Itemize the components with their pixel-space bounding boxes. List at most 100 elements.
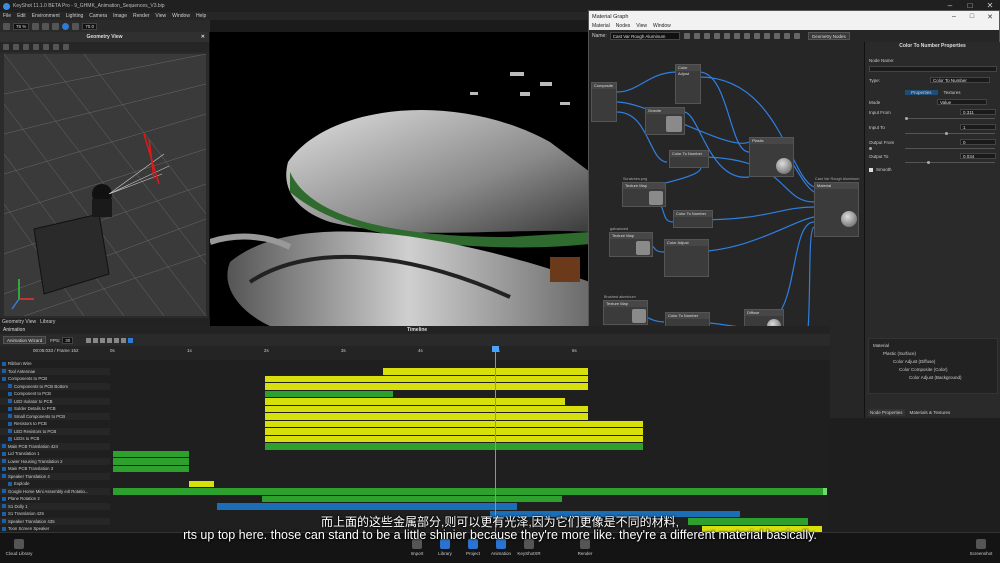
- track-checkbox[interactable]: [2, 459, 6, 464]
- track-checkbox[interactable]: [8, 399, 12, 404]
- pause-icon[interactable]: [42, 22, 50, 30]
- node-color-to-number-1[interactable]: Color To Number: [669, 150, 709, 168]
- close-icon[interactable]: ✕: [201, 34, 205, 40]
- animation-bar[interactable]: [113, 465, 189, 472]
- skip-start-icon[interactable]: [86, 337, 92, 343]
- node-granite[interactable]: Granite: [645, 107, 685, 135]
- menu-camera[interactable]: Camera: [89, 13, 107, 19]
- node-plastic-1[interactable]: Plastic: [749, 137, 794, 177]
- tree-item[interactable]: Color Composite (Color): [899, 367, 948, 372]
- label-icon[interactable]: [783, 33, 790, 39]
- track-label[interactable]: Speaker Translation 4: [0, 472, 110, 480]
- animation-bar[interactable]: [262, 495, 562, 502]
- track-label[interactable]: Ribbon Wire: [0, 360, 110, 368]
- track-checkbox[interactable]: [8, 421, 12, 426]
- track-checkbox[interactable]: [2, 496, 6, 501]
- track-label[interactable]: S1 Dolly 1: [0, 502, 110, 510]
- scale-icon[interactable]: [33, 44, 39, 50]
- menu-help[interactable]: Help: [196, 13, 206, 19]
- track-label[interactable]: LED Resistors to PCB: [0, 427, 110, 435]
- slider-handle[interactable]: [905, 117, 908, 120]
- material-name-input[interactable]: Cast Var Rough Aluminum: [609, 32, 680, 40]
- animation-bar[interactable]: [265, 375, 588, 382]
- geometry-nodes-button[interactable]: Geometry Nodes: [807, 32, 850, 40]
- output-to-slider[interactable]: [905, 161, 995, 164]
- track-checkbox[interactable]: [2, 504, 6, 509]
- track-label[interactable]: LEDs to PCB: [0, 435, 110, 443]
- animation-bar[interactable]: [113, 450, 189, 457]
- type-dropdown[interactable]: Color To Number: [930, 77, 990, 83]
- loop-icon[interactable]: [121, 337, 127, 343]
- track-label[interactable]: Solder Details to PCB: [0, 405, 110, 413]
- output-to-field[interactable]: 0.034: [960, 153, 996, 159]
- checkbox-box[interactable]: [869, 167, 873, 172]
- track-checkbox[interactable]: [2, 376, 6, 381]
- track-checkbox[interactable]: [8, 406, 12, 411]
- track-label[interactable]: Small Components to PCB: [0, 412, 110, 420]
- minimize-icon[interactable]: –: [945, 13, 963, 21]
- tab-node-properties[interactable]: Node Properties: [868, 409, 905, 416]
- node-name-input[interactable]: [869, 66, 997, 72]
- geometry-viewport[interactable]: [3, 53, 207, 317]
- tab-library[interactable]: Library: [40, 319, 55, 325]
- step-back-icon[interactable]: [93, 337, 99, 343]
- animation-bar[interactable]: [217, 503, 517, 510]
- settings-icon[interactable]: [793, 33, 800, 39]
- fit-icon[interactable]: [723, 33, 730, 39]
- track-label[interactable]: Resistors to PCB: [0, 420, 110, 428]
- track-checkbox[interactable]: [2, 369, 6, 374]
- animation-bar[interactable]: [265, 383, 588, 390]
- menu-window[interactable]: Window: [653, 23, 671, 29]
- animation-bar[interactable]: [265, 390, 393, 397]
- zoom-field[interactable]: 75 %: [13, 22, 30, 30]
- menu-view[interactable]: View: [636, 23, 647, 29]
- output-from-slider[interactable]: [869, 147, 995, 150]
- node-color-adjust-2[interactable]: Color Adjust: [664, 239, 709, 277]
- tree-item[interactable]: Material: [873, 343, 889, 348]
- track-label[interactable]: Lid Translation 1: [0, 450, 110, 458]
- layout-icon[interactable]: [733, 33, 740, 39]
- track-label[interactable]: Plane Rotation 2: [0, 495, 110, 503]
- smooth-checkbox[interactable]: Smooth: [869, 167, 892, 172]
- tab-geometry-view[interactable]: Geometry View: [2, 319, 36, 325]
- animation-wizard-button[interactable]: Animation Wizard: [3, 336, 47, 344]
- menu-material[interactable]: Material: [592, 23, 610, 29]
- menu-window[interactable]: Window: [172, 13, 190, 19]
- menu-image[interactable]: Image: [113, 13, 127, 19]
- tree-item[interactable]: Color Adjust (Background): [909, 375, 962, 380]
- track-checkbox[interactable]: [8, 414, 12, 419]
- slider-handle[interactable]: [869, 147, 872, 150]
- grid-icon[interactable]: [43, 44, 49, 50]
- close-icon[interactable]: ✕: [981, 13, 999, 21]
- mode-dropdown[interactable]: Value: [937, 99, 987, 105]
- workspace-icon[interactable]: [3, 22, 10, 30]
- output-from-field[interactable]: 0: [960, 139, 996, 145]
- step-forward-icon[interactable]: [107, 337, 113, 343]
- tab-materials-textures[interactable]: Materials & Textures: [908, 409, 953, 416]
- utility-icon[interactable]: [773, 33, 780, 39]
- animation-bar-end[interactable]: [823, 488, 827, 495]
- redo-icon[interactable]: [703, 33, 710, 39]
- track-label[interactable]: Explode: [0, 480, 110, 488]
- save-icon[interactable]: [683, 33, 690, 39]
- fps-input[interactable]: 30: [62, 336, 74, 344]
- grid-icon[interactable]: [743, 33, 750, 39]
- animation-bar[interactable]: [265, 420, 643, 427]
- menu-render[interactable]: Render: [133, 13, 149, 19]
- timeline-ruler[interactable]: 00:05:033 / Frame 152 0s 1s 2s 3s 4s 5s …: [0, 346, 830, 360]
- animation-bar[interactable]: [265, 428, 643, 435]
- node-material[interactable]: Cast Var Rough Aluminum Material: [814, 177, 859, 237]
- fov-field[interactable]: 70.0: [82, 22, 98, 30]
- menu-lighting[interactable]: Lighting: [66, 13, 84, 19]
- animation-bar[interactable]: [113, 458, 189, 465]
- rotate-icon[interactable]: [23, 44, 29, 50]
- material-icon[interactable]: [763, 33, 770, 39]
- render-viewport[interactable]: [210, 32, 590, 326]
- track-checkbox[interactable]: [8, 384, 12, 389]
- animation-bar[interactable]: [265, 443, 643, 450]
- tree-item[interactable]: Plastic (Surface): [883, 351, 916, 356]
- input-to-field[interactable]: 1: [960, 124, 996, 130]
- move-icon[interactable]: [13, 44, 19, 50]
- animation-bar[interactable]: [265, 398, 565, 405]
- tree-item[interactable]: Color Adjust (Diffuse): [893, 359, 935, 364]
